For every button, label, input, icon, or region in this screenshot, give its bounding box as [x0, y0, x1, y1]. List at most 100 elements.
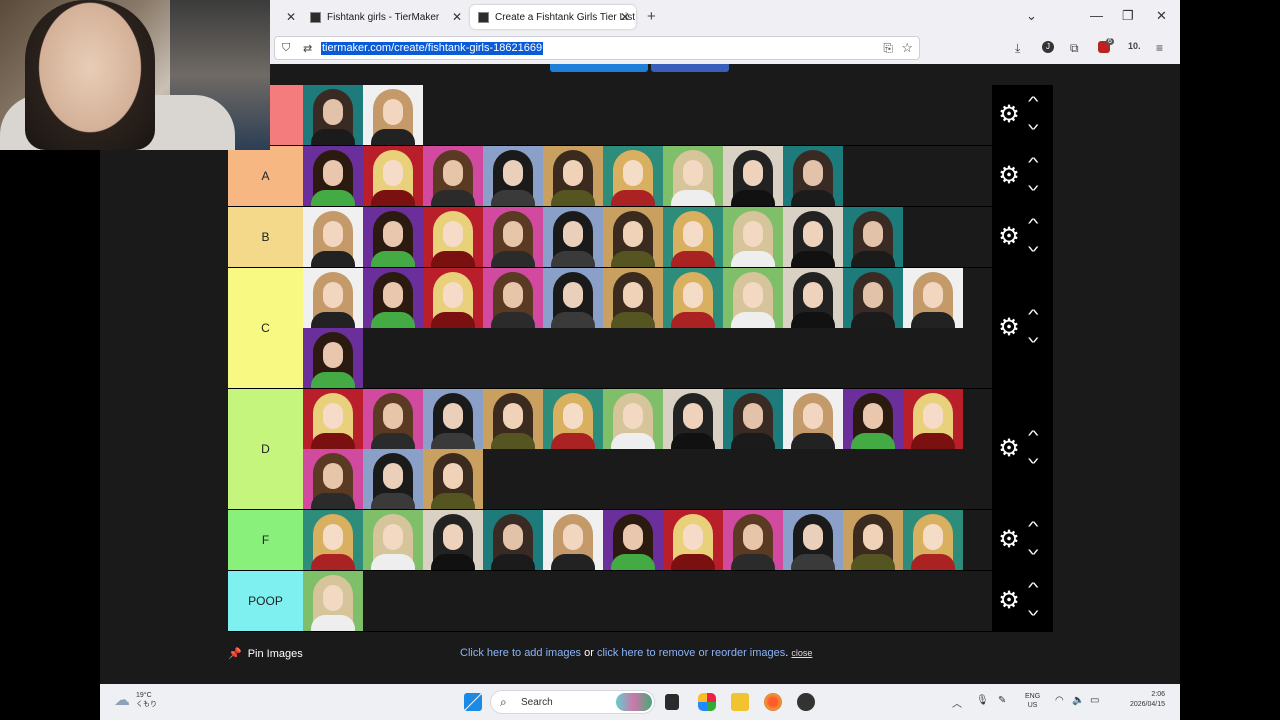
tier-image[interactable]	[303, 449, 363, 509]
tier-image[interactable]	[783, 207, 843, 267]
gear-icon[interactable]: ⚙	[996, 102, 1022, 128]
account-icon[interactable]: J	[1042, 41, 1054, 53]
tier-items[interactable]	[303, 207, 992, 267]
tier-image[interactable]	[723, 146, 783, 206]
tier-image[interactable]	[303, 268, 363, 328]
tier-image[interactable]	[303, 207, 363, 267]
tier-items[interactable]	[303, 389, 992, 509]
tier-image[interactable]	[483, 207, 543, 267]
tray-chevron-icon[interactable]: ︿	[952, 695, 962, 710]
tier-image[interactable]	[423, 207, 483, 267]
close-link[interactable]: close	[791, 648, 812, 658]
tier-image[interactable]	[723, 207, 783, 267]
tier-image[interactable]	[423, 268, 483, 328]
file-explorer-icon[interactable]	[731, 693, 749, 711]
move-up-chevron-icon[interactable]: ^	[1028, 306, 1039, 322]
tab-create-tier-list[interactable]: Create a Fishtank Girls Tier List ✕	[470, 5, 636, 29]
menu-hamburger-icon[interactable]: ≡	[1156, 41, 1163, 55]
microphone-icon[interactable]: 🎙	[976, 695, 989, 706]
tier-image[interactable]	[843, 268, 903, 328]
tier-image[interactable]	[663, 389, 723, 449]
tier-image[interactable]	[603, 207, 663, 267]
copilot-icon[interactable]	[698, 693, 716, 711]
extension-label[interactable]: 10.	[1128, 41, 1141, 51]
language-indicator[interactable]: ENG US	[1025, 692, 1040, 710]
tier-image[interactable]	[663, 146, 723, 206]
move-down-chevron-icon[interactable]: ^	[1028, 330, 1039, 346]
pen-icon[interactable]: ✎	[998, 695, 1006, 706]
tier-image[interactable]	[543, 207, 603, 267]
close-tab-icon[interactable]: ✕	[620, 10, 630, 24]
tier-items[interactable]	[303, 268, 992, 388]
windows-start-icon[interactable]	[464, 693, 482, 711]
tier-image[interactable]	[603, 268, 663, 328]
battery-icon[interactable]: ▭	[1090, 695, 1099, 706]
tier-image[interactable]	[423, 449, 483, 509]
move-up-chevron-icon[interactable]: ^	[1028, 215, 1039, 231]
move-down-chevron-icon[interactable]: ^	[1028, 239, 1039, 255]
tier-label[interactable]: POOP	[228, 571, 303, 631]
tier-image[interactable]	[483, 389, 543, 449]
tier-image[interactable]	[783, 389, 843, 449]
tier-image[interactable]	[303, 85, 363, 145]
tier-image[interactable]	[903, 510, 963, 570]
tier-image[interactable]	[543, 389, 603, 449]
gear-icon[interactable]: ⚙	[996, 588, 1022, 614]
tier-image[interactable]	[663, 207, 723, 267]
tier-image[interactable]	[543, 146, 603, 206]
tier-image[interactable]	[723, 389, 783, 449]
tier-label[interactable]: F	[228, 510, 303, 570]
gear-icon[interactable]: ⚙	[996, 527, 1022, 553]
task-view-icon[interactable]	[665, 694, 679, 710]
pin-images-toggle[interactable]: 📌 Pin Images	[228, 647, 303, 661]
tier-image[interactable]	[423, 389, 483, 449]
secondary-button-edge[interactable]	[651, 64, 729, 72]
tier-image[interactable]	[303, 510, 363, 570]
tier-image[interactable]	[483, 268, 543, 328]
tier-items[interactable]	[303, 510, 992, 570]
tier-image[interactable]	[303, 571, 363, 631]
tier-image[interactable]	[543, 268, 603, 328]
minimize-icon[interactable]: —	[1090, 8, 1103, 23]
tier-image[interactable]	[663, 510, 723, 570]
save-button-edge[interactable]	[550, 64, 648, 72]
remove-reorder-link[interactable]: click here to remove or reorder images	[597, 647, 785, 659]
tab-partial[interactable]: ✕	[270, 5, 302, 29]
tier-image[interactable]	[723, 268, 783, 328]
tier-image[interactable]	[543, 510, 603, 570]
tier-image[interactable]	[483, 146, 543, 206]
tier-image[interactable]	[363, 389, 423, 449]
tab-list-chevron-icon[interactable]: ⌄	[1026, 8, 1037, 24]
tier-image[interactable]	[783, 268, 843, 328]
tier-image[interactable]	[843, 207, 903, 267]
tier-image[interactable]	[843, 510, 903, 570]
move-down-chevron-icon[interactable]: ^	[1028, 117, 1039, 133]
tier-label[interactable]: C	[228, 268, 303, 388]
wifi-icon[interactable]: ◠	[1055, 695, 1064, 706]
translate-icon[interactable]: ⎘	[883, 41, 893, 56]
tier-image[interactable]	[363, 207, 423, 267]
taskbar-search[interactable]: ⌕ Search	[490, 690, 655, 714]
tier-items[interactable]	[303, 85, 992, 145]
system-clock[interactable]: 2:06 2026/04/15	[1115, 690, 1165, 710]
tier-image[interactable]	[603, 146, 663, 206]
tier-image[interactable]	[423, 510, 483, 570]
tier-image[interactable]	[363, 268, 423, 328]
gear-icon[interactable]: ⚙	[996, 224, 1022, 250]
close-tab-icon[interactable]: ✕	[286, 10, 296, 24]
add-images-link[interactable]: Click here to add images	[460, 647, 581, 659]
move-up-chevron-icon[interactable]: ^	[1028, 518, 1039, 534]
new-tab-button[interactable]: +	[647, 8, 656, 25]
extensions-icon[interactable]: ⧉	[1070, 41, 1079, 56]
move-up-chevron-icon[interactable]: ^	[1028, 154, 1039, 170]
tier-image[interactable]	[363, 449, 423, 509]
tier-image[interactable]	[363, 146, 423, 206]
firefox-icon[interactable]	[764, 693, 782, 711]
move-down-chevron-icon[interactable]: ^	[1028, 603, 1039, 619]
tier-image[interactable]	[723, 510, 783, 570]
tier-image[interactable]	[903, 389, 963, 449]
tier-image[interactable]	[303, 328, 363, 388]
move-up-chevron-icon[interactable]: ^	[1028, 93, 1039, 109]
move-up-chevron-icon[interactable]: ^	[1028, 427, 1039, 443]
gear-icon[interactable]: ⚙	[996, 315, 1022, 341]
